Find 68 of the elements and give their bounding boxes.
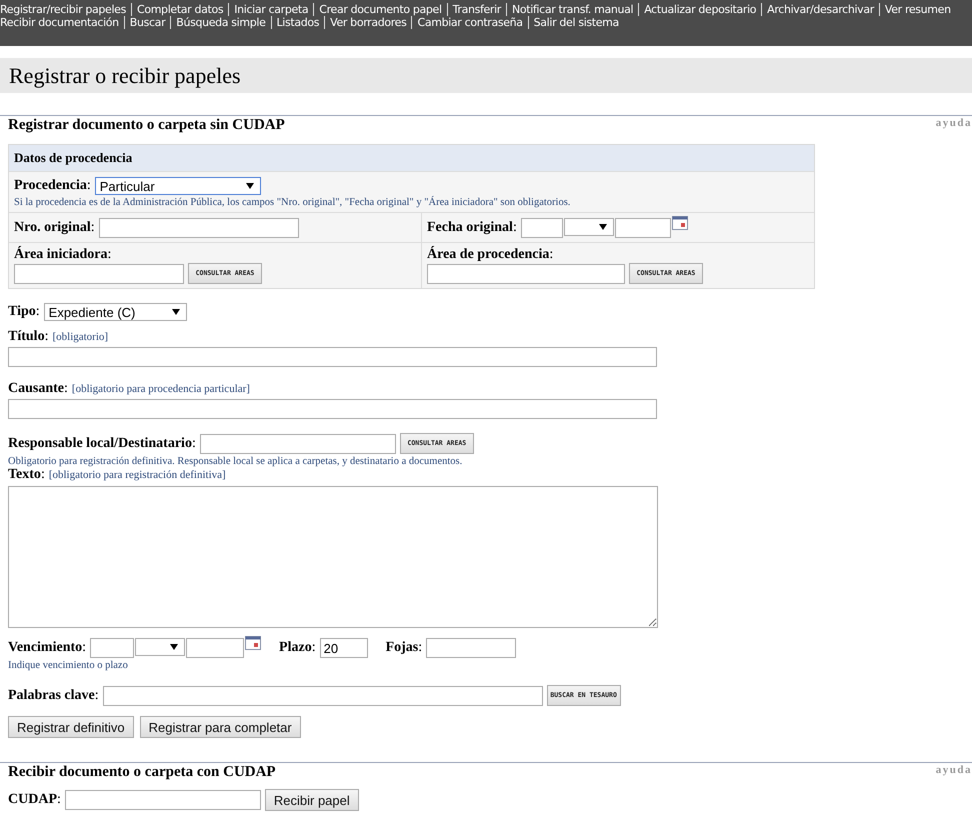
field-label: Nro. original: <box>14 220 95 236</box>
input-field[interactable] <box>102 686 543 706</box>
input-field[interactable]: 20 <box>320 638 368 658</box>
calendar-icon[interactable] <box>245 636 262 650</box>
field-label: Título: <box>8 329 48 345</box>
input-field[interactable] <box>14 264 184 284</box>
day-field[interactable] <box>90 638 134 658</box>
input-field[interactable] <box>200 434 396 454</box>
calendar-icon[interactable] <box>672 216 688 230</box>
nav-link[interactable]: Buscar <box>124 16 170 29</box>
month-select[interactable] <box>135 638 186 656</box>
caret-icon <box>598 224 607 230</box>
nav-link[interactable]: Crear documento papel <box>313 3 447 16</box>
nav-link[interactable]: Cambiar contraseña <box>411 16 528 29</box>
year-field[interactable] <box>186 638 244 658</box>
field-label: Texto: <box>8 467 45 483</box>
procedencia-select[interactable]: Particular <box>94 177 261 195</box>
nav-link[interactable]: Actualizar depositario <box>638 3 762 16</box>
panel-heading: Datos de procedencia <box>14 150 132 165</box>
nav-link[interactable]: Ver borradores <box>324 16 412 29</box>
nav-link[interactable]: Recibir documentación <box>0 16 124 29</box>
section-title: Registrar documento o carpeta sin CUDAP <box>8 117 285 134</box>
day-field[interactable] <box>520 218 563 238</box>
input-field[interactable] <box>8 399 657 419</box>
field-label: Tipo: <box>8 304 40 320</box>
caret-icon <box>170 644 178 650</box>
input-field[interactable] <box>8 347 657 367</box>
field-hint: Indique vencimiento o plazo <box>8 660 129 671</box>
field-label: Área iniciadora: <box>14 247 112 263</box>
field-label: Causante: <box>8 381 68 397</box>
page-title: Registrar o recibir papeles <box>9 62 241 88</box>
input-field[interactable] <box>98 218 299 238</box>
nav-link[interactable]: Registrar/recibir papeles <box>0 3 131 16</box>
field-label: Vencimiento: <box>8 640 86 656</box>
nav-link[interactable]: Completar datos <box>130 3 228 16</box>
month-select[interactable] <box>564 218 614 236</box>
caret-icon <box>246 183 254 189</box>
field-label: CUDAP: <box>8 792 61 808</box>
nav-link[interactable]: Listados <box>270 16 324 29</box>
input-field[interactable] <box>426 638 516 658</box>
nav-link[interactable]: Ver resumen <box>878 3 956 16</box>
field-label: Plazo: <box>279 640 316 656</box>
input-field[interactable] <box>427 264 625 284</box>
field-label: Fojas: <box>386 640 422 656</box>
field-hint: Si la procedencia es de la Administración Pública, los campos "Nro. original", "Fecha original" y "Área iniciadora" son obligatorios. <box>14 197 572 208</box>
nav-link[interactable]: Notificar transf. manual <box>506 3 638 16</box>
field-label: Responsable local/Destinatario: <box>8 436 196 452</box>
field-hint: [obligatorio para procedencia particular] <box>72 383 250 395</box>
field-label: Área de procedencia: <box>427 247 554 263</box>
submit-button[interactable]: Registrar definitivo <box>8 716 134 738</box>
field-label: Palabras clave: <box>8 688 99 704</box>
section-title: Recibir documento o carpeta con CUDAP <box>8 764 276 781</box>
field-label: Procedencia: <box>14 178 91 194</box>
field-label: Fecha original: <box>427 220 517 236</box>
submit-button[interactable]: Registrar para completar <box>140 716 301 738</box>
receive-button[interactable]: Recibir papel <box>264 789 359 811</box>
tipo-select[interactable]: Expediente (C) <box>44 303 187 321</box>
nav-link[interactable]: Iniciar carpeta <box>228 3 314 16</box>
input-field[interactable] <box>64 790 261 810</box>
field-hint: [obligatorio para registración definitiva] <box>48 469 226 481</box>
nav-link[interactable]: Transferir <box>446 3 506 16</box>
field-hint: [obligatorio] <box>52 331 108 343</box>
nav-link[interactable]: Salir del sistema <box>528 16 624 29</box>
year-field[interactable] <box>614 218 671 238</box>
caret-icon <box>172 309 180 315</box>
nav-link[interactable]: Archivar/desarchivar <box>761 3 879 16</box>
field-hint: Obligatorio para registración definitiva. Responsable local se aplica a carpetas, y destinatario a documentos. <box>8 456 464 467</box>
nav-link[interactable]: Búsqueda simple <box>170 16 270 29</box>
